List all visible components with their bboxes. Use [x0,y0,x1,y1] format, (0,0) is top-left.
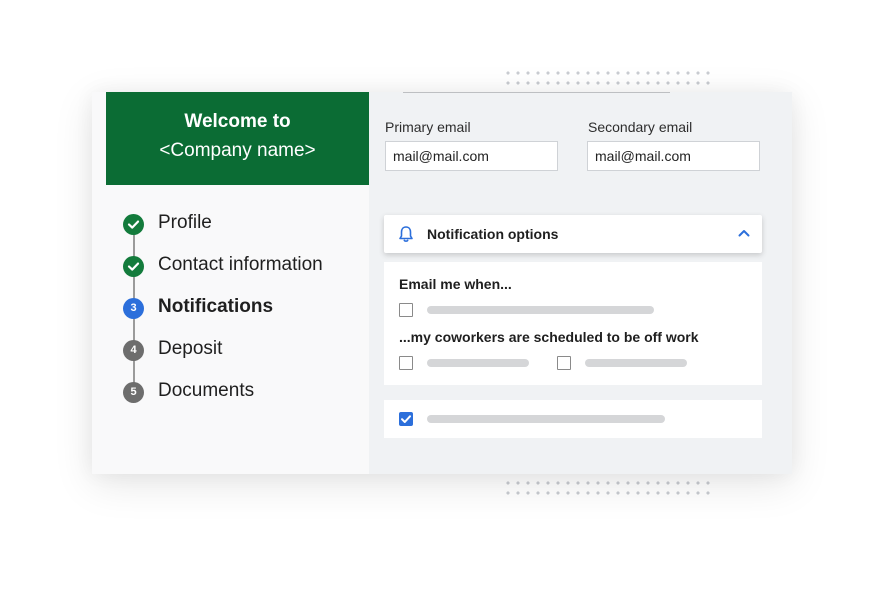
option-checkbox-1[interactable] [399,303,413,317]
welcome-banner: Welcome to <Company name> [106,92,369,185]
secondary-email-label: Secondary email [588,119,693,135]
step-label: Notifications [158,296,274,317]
coworkers-off-work-heading: ...my coworkers are scheduled to be off … [399,329,699,345]
option-checkbox-3[interactable] [557,356,571,370]
step-number: 5 [123,382,144,403]
check-icon [123,214,144,235]
placeholder-bar [427,415,665,423]
step-label: Documents [158,380,255,401]
placeholder-bar [427,359,529,367]
option-checkbox-2[interactable] [399,356,413,370]
check-icon [123,256,144,277]
placeholder-bar [585,359,687,367]
welcome-title: Welcome to [184,111,291,132]
checked-option-row [384,400,762,438]
step-label: Contact information [158,254,323,275]
chevron-up-icon[interactable] [738,229,750,237]
onboarding-card: Welcome to <Company name> Profile Contac… [92,92,792,474]
check-icon [401,415,411,423]
decorative-dots-bottom [503,478,715,496]
company-name: <Company name> [159,140,316,161]
step-label: Profile [158,212,212,233]
top-divider [403,92,670,93]
step-label: Deposit [158,338,223,359]
checked-checkbox[interactable] [399,412,413,426]
notification-options-header[interactable]: Notification options [384,215,762,253]
email-me-when-heading: Email me when... [399,276,512,292]
notification-options-title: Notification options [427,226,559,242]
secondary-email-input[interactable] [587,141,760,171]
notification-options-body: Email me when... ...my coworkers are sch… [384,262,762,385]
primary-email-label: Primary email [385,119,471,135]
decorative-dots-top [503,68,715,86]
bell-icon [399,226,413,242]
steps-panel: Welcome to <Company name> Profile Contac… [92,92,369,474]
placeholder-bar [427,306,654,314]
step-number: 3 [123,298,144,319]
primary-email-input[interactable] [385,141,558,171]
step-number: 4 [123,340,144,361]
